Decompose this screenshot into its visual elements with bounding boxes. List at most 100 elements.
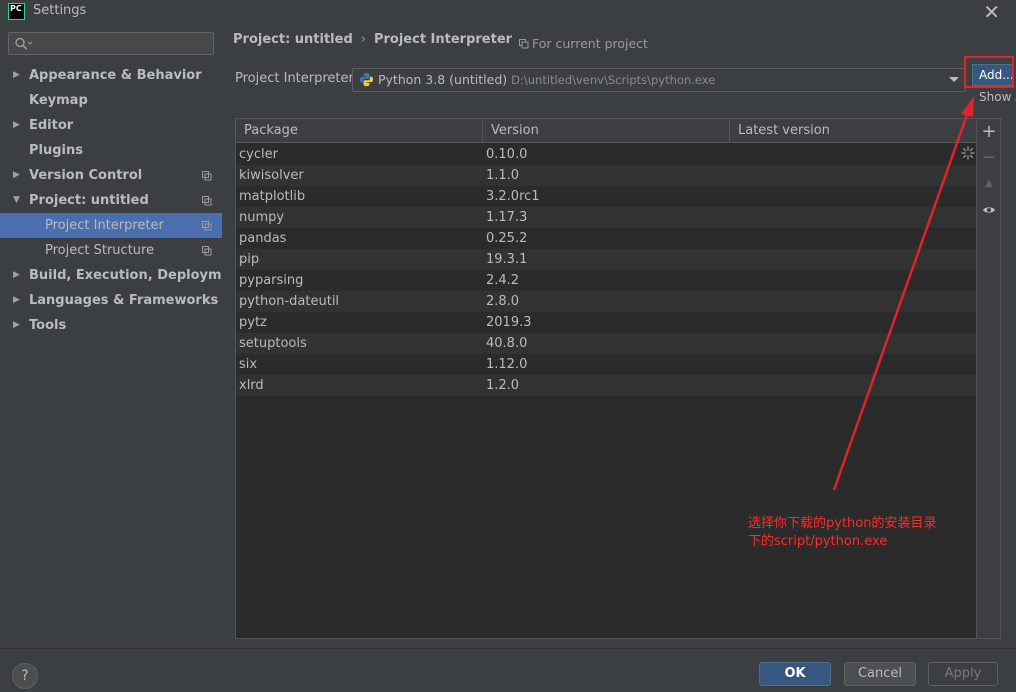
settings-content: Project: untitled › Project Interpreter Fo…	[222, 24, 1016, 648]
window-title: Settings	[33, 3, 87, 18]
sidebar-item-label: Project Structure	[45, 243, 155, 258]
sidebar-item-project-untitled[interactable]: ▼ Project: untitled	[0, 188, 222, 213]
table-row[interactable]: matplotlib 3.2.0rc1	[236, 186, 976, 207]
chevron-down-icon[interactable]	[949, 77, 959, 82]
project-scope-icon	[202, 221, 212, 231]
search-icon	[15, 37, 33, 50]
title-bar: PC Settings ✕	[0, 0, 1016, 24]
table-row[interactable]: cycler 0.10.0	[236, 144, 976, 165]
project-scope-icon	[202, 171, 212, 181]
table-row[interactable]: pip 19.3.1	[236, 249, 976, 270]
table-row[interactable]: python-dateutil 2.8.0	[236, 291, 976, 312]
table-row[interactable]: pytz 2019.3	[236, 312, 976, 333]
show-early-releases-button[interactable]	[977, 197, 1001, 223]
package-name-cell: cycler	[239, 147, 278, 162]
cancel-button[interactable]: Cancel	[844, 662, 916, 686]
dialog-footer: ? OK Cancel Apply	[0, 648, 1016, 692]
sidebar-item-plugins[interactable]: Plugins	[0, 138, 222, 163]
package-name-cell: pyparsing	[239, 273, 304, 288]
sidebar-item-version-control[interactable]: ▶ Version Control	[0, 163, 222, 188]
package-version-cell: 0.25.2	[486, 231, 528, 246]
package-name-cell: six	[239, 357, 258, 372]
scope-note: For current project	[519, 36, 648, 51]
interpreter-select[interactable]: Python 3.8 (untitled) D:\untitled\venv\Sc…	[352, 68, 966, 92]
table-row[interactable]: pandas 0.25.2	[236, 228, 976, 249]
sidebar-item-project-structure[interactable]: Project Structure	[0, 238, 222, 263]
sidebar-item-label: Version Control	[29, 168, 143, 183]
sidebar-item-tools[interactable]: ▶ Tools	[0, 313, 222, 338]
package-toolbar: + − ▲	[977, 118, 1001, 639]
table-row[interactable]: pyparsing 2.4.2	[236, 270, 976, 291]
interpreter-label: Project Interpreter:	[235, 71, 359, 86]
sidebar-item-label: Keymap	[29, 93, 88, 108]
upgrade-package-button[interactable]: ▲	[977, 171, 1001, 197]
package-version-cell: 2019.3	[486, 315, 532, 330]
sidebar-item-label: Project Interpreter	[45, 218, 164, 233]
chevron-right-icon[interactable]: ▶	[13, 63, 20, 88]
show-all-menu-item[interactable]: Show All...	[979, 90, 1016, 104]
help-button[interactable]: ?	[12, 663, 38, 689]
package-name-cell: kiwisolver	[239, 168, 304, 183]
uninstall-package-button[interactable]: −	[977, 145, 1001, 171]
package-name-cell: pytz	[239, 315, 267, 330]
breadcrumb-parent[interactable]: Project: untitled	[233, 32, 353, 47]
table-row[interactable]: kiwisolver 1.1.0	[236, 165, 976, 186]
settings-sidebar: ▶ Appearance & Behavior Keymap ▶ Editor Plugi…	[0, 24, 246, 648]
sidebar-item-build-execution-deployment[interactable]: ▶ Build, Execution, Deployment	[0, 263, 246, 288]
package-version-cell: 1.2.0	[486, 378, 520, 393]
table-row[interactable]: setuptools 40.8.0	[236, 333, 976, 354]
annotation-highlight-box	[964, 56, 1014, 88]
sidebar-item-languages-frameworks[interactable]: ▶ Languages & Frameworks	[0, 288, 222, 313]
python-logo-icon	[359, 72, 374, 87]
settings-search-input[interactable]	[8, 32, 214, 55]
column-header-package[interactable]: Package	[236, 119, 483, 143]
column-header-version[interactable]: Version	[483, 119, 730, 143]
table-row[interactable]: xlrd 1.2.0	[236, 375, 976, 396]
package-version-cell: 0.10.0	[486, 147, 528, 162]
chevron-right-icon[interactable]: ▶	[13, 113, 20, 138]
package-name-cell: xlrd	[239, 378, 264, 393]
annotation-line-1: 选择你下载的python的安装目录	[748, 516, 937, 531]
table-row[interactable]: numpy 1.17.3	[236, 207, 976, 228]
sidebar-item-editor[interactable]: ▶ Editor	[0, 113, 222, 138]
package-version-cell: 40.8.0	[486, 336, 528, 351]
scope-note-text: For current project	[532, 36, 648, 51]
package-name-cell: python-dateutil	[239, 294, 340, 309]
loading-spinner-icon	[961, 146, 975, 160]
sidebar-item-label: Appearance & Behavior	[29, 68, 202, 83]
sidebar-item-project-interpreter[interactable]: Project Interpreter	[0, 213, 222, 238]
column-header-latest-version[interactable]: Latest version	[730, 119, 976, 143]
chevron-down-icon[interactable]: ▼	[13, 188, 20, 213]
annotation-line-2: 下的script/python.exe	[748, 534, 888, 549]
sidebar-item-appearance-behavior[interactable]: ▶ Appearance & Behavior	[0, 63, 222, 88]
close-window-button[interactable]: ✕	[983, 0, 1000, 24]
sidebar-item-label: Editor	[29, 118, 74, 133]
breadcrumb-separator: ›	[360, 32, 366, 47]
apply-button[interactable]: Apply	[928, 662, 998, 686]
sidebar-item-label: Languages & Frameworks	[29, 293, 219, 308]
install-package-button[interactable]: +	[977, 119, 1001, 145]
chevron-right-icon[interactable]: ▶	[13, 313, 20, 338]
pycharm-app-icon: PC	[8, 3, 25, 20]
package-version-cell: 3.2.0rc1	[486, 189, 540, 204]
package-version-cell: 2.4.2	[486, 273, 520, 288]
sidebar-item-keymap[interactable]: Keymap	[0, 88, 222, 113]
package-version-cell: 1.1.0	[486, 168, 520, 183]
interpreter-name: Python 3.8 (untitled)	[378, 72, 508, 87]
package-name-cell: setuptools	[239, 336, 307, 351]
sidebar-item-label: Project: untitled	[29, 193, 149, 208]
chevron-right-icon[interactable]: ▶	[13, 263, 20, 288]
chevron-right-icon[interactable]: ▶	[13, 163, 20, 188]
annotation-note: 选择你下载的python的安装目录 下的script/python.exe	[748, 515, 936, 551]
chevron-right-icon[interactable]: ▶	[13, 288, 20, 313]
table-row[interactable]: six 1.12.0	[236, 354, 976, 375]
ok-button[interactable]: OK	[759, 662, 831, 686]
sidebar-item-label: Tools	[29, 318, 67, 333]
breadcrumb-current: Project Interpreter	[373, 32, 513, 47]
sidebar-item-label: Build, Execution, Deployment	[29, 268, 246, 283]
package-name-cell: pandas	[239, 231, 287, 246]
interpreter-value: Python 3.8 (untitled) D:\untitled\venv\Sc…	[378, 72, 715, 87]
packages-table-header: Package Version Latest version	[236, 119, 976, 143]
sidebar-item-label: Plugins	[29, 143, 83, 158]
packages-table: Package Version Latest version cycler 0.1…	[235, 118, 977, 639]
